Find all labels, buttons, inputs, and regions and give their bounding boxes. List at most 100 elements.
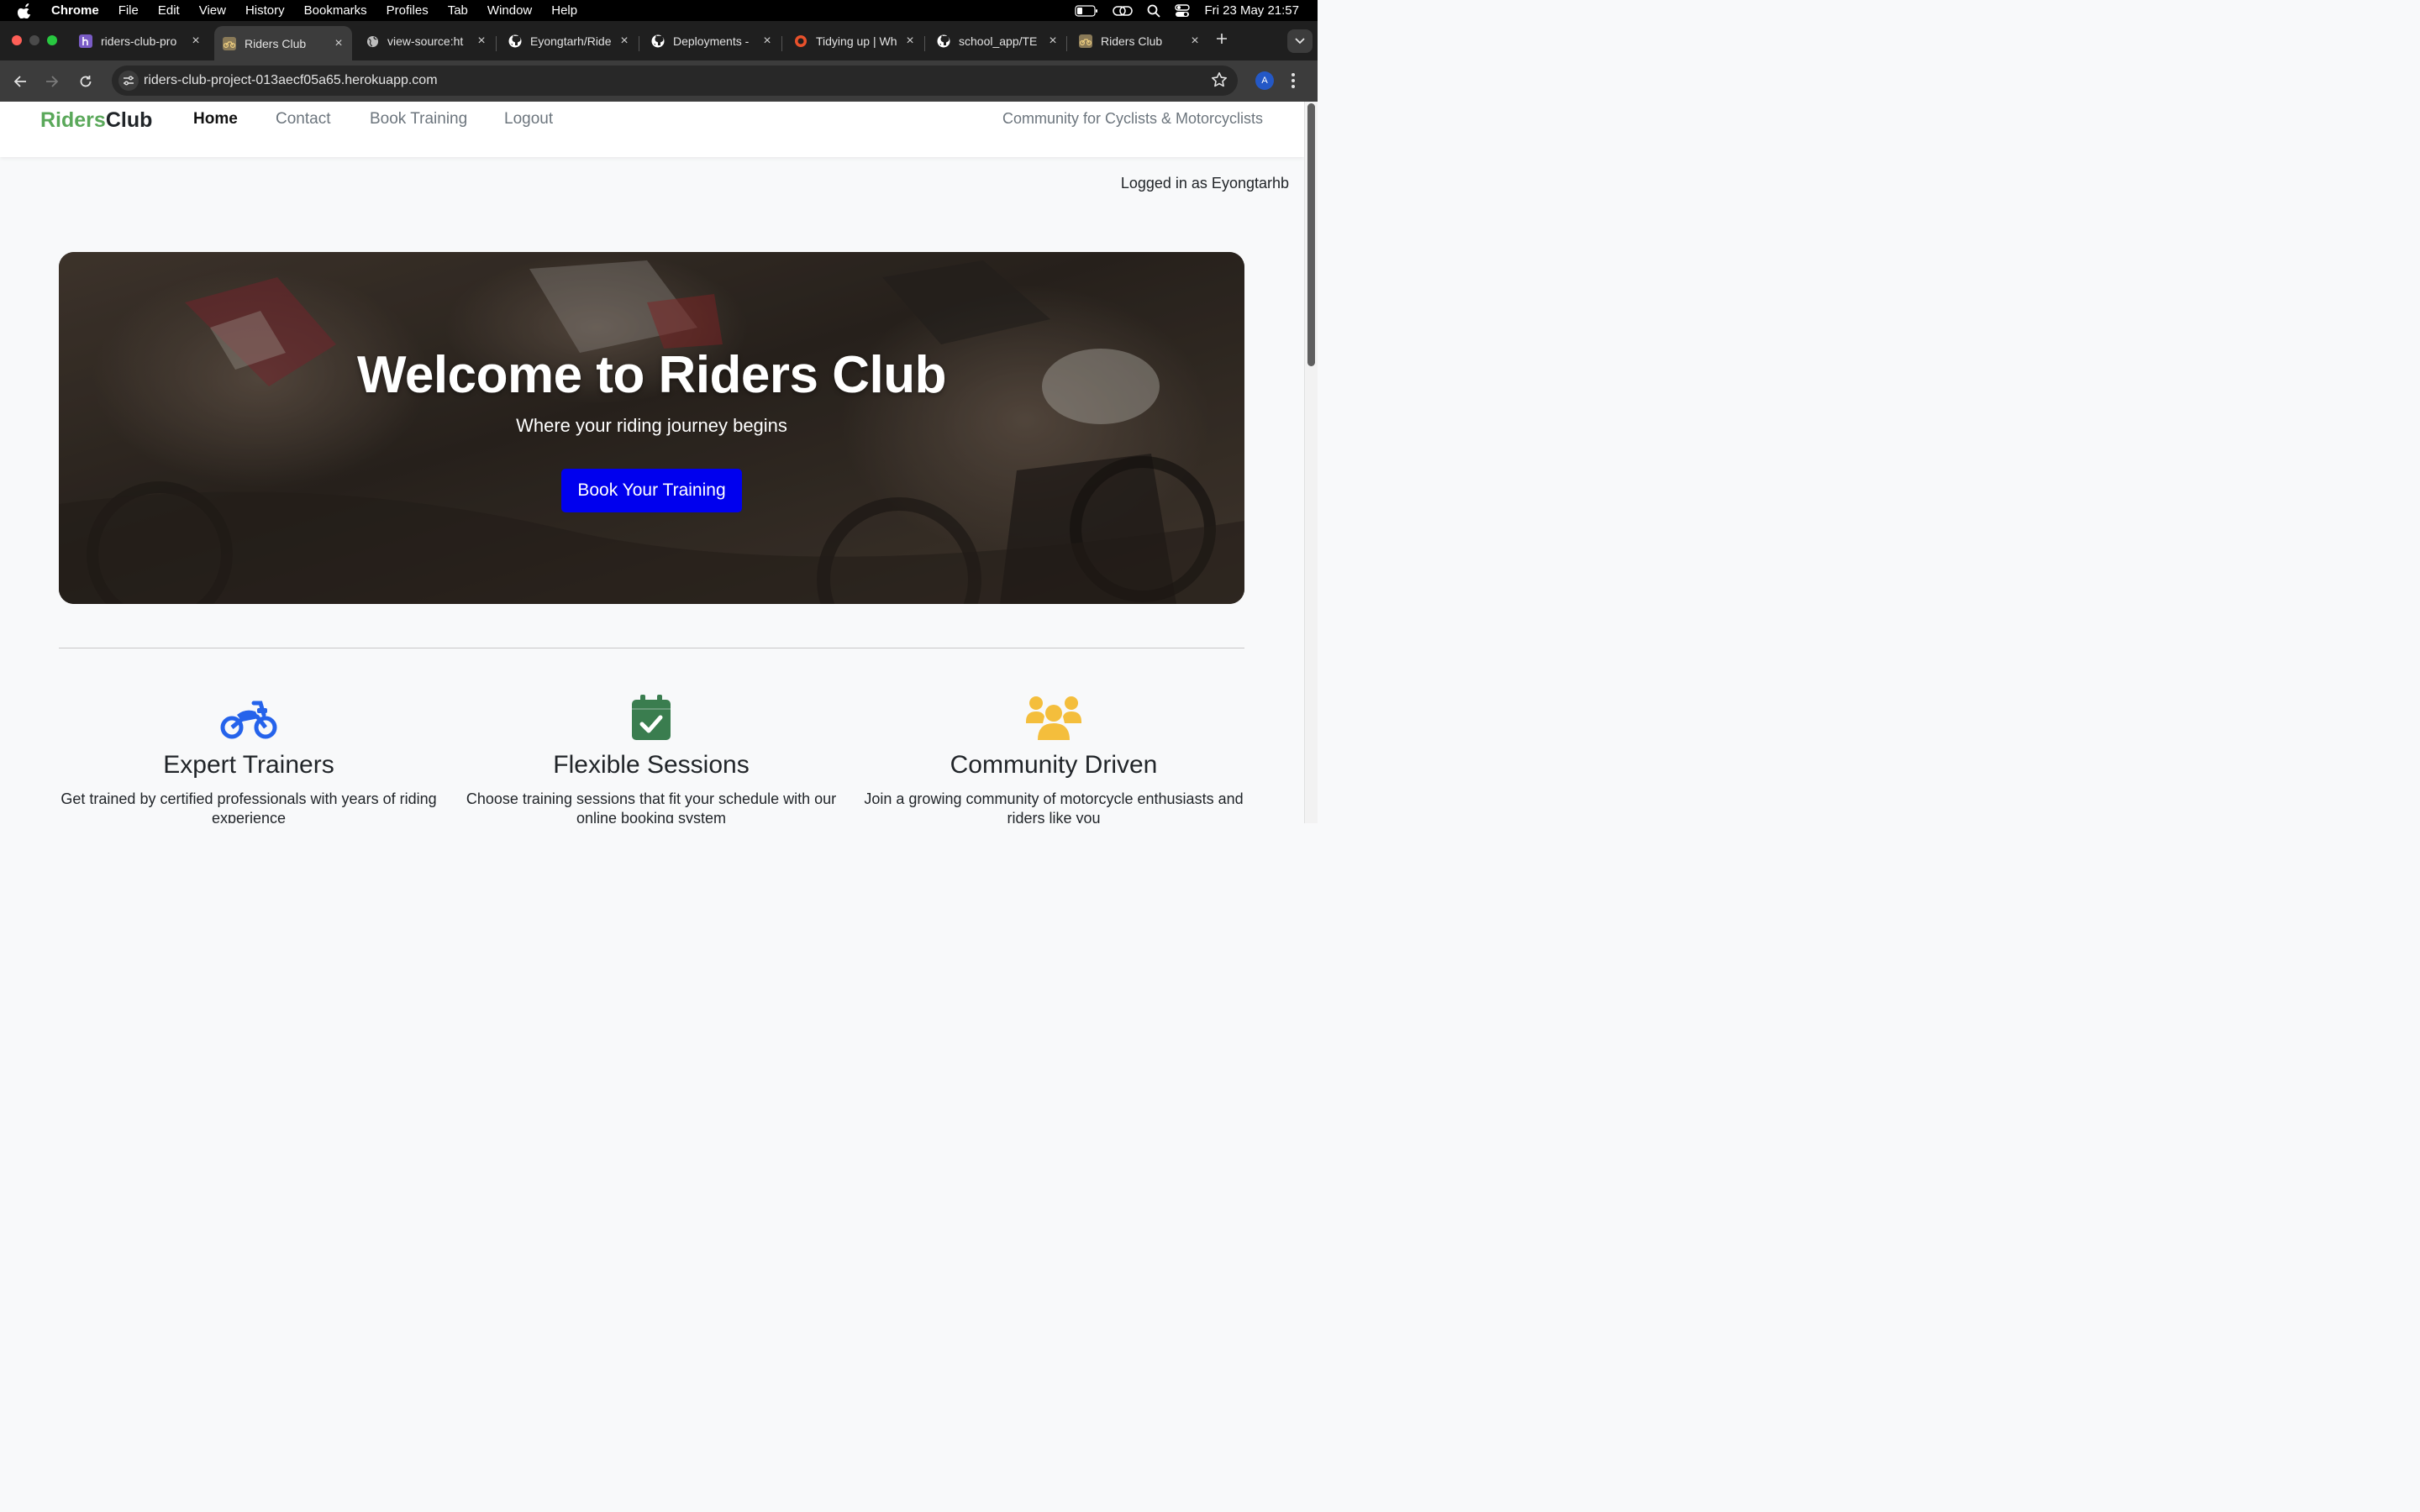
reload-icon[interactable] (76, 72, 95, 91)
back-icon[interactable] (11, 72, 29, 91)
tab-title: Riders Club (1101, 34, 1163, 48)
menu-history[interactable]: History (245, 3, 285, 18)
site-tagline: Community for Cyclists & Motorcyclists (1002, 110, 1263, 127)
book-training-button[interactable]: Book Your Training (561, 469, 742, 512)
page-viewport: RidersClub Home Contact Book Training Lo… (0, 102, 1304, 823)
close-tab-icon[interactable]: × (903, 34, 917, 49)
close-tab-icon[interactable]: × (618, 34, 631, 49)
github-icon (508, 34, 522, 48)
chrome-menu-icon[interactable] (1291, 72, 1296, 93)
tab-separator (781, 36, 782, 51)
browser-toolbar: riders-club-project-013aecf05a65.herokua… (0, 60, 1318, 102)
calendar-check-icon (458, 690, 844, 740)
menu-profiles[interactable]: Profiles (387, 3, 429, 18)
feature-text: Get trained by certified professionals w… (60, 790, 437, 823)
tab-title: Eyongtarh/Ride (530, 34, 612, 48)
tab-title: view-source:ht (387, 34, 464, 48)
tab-github-eyongtarh[interactable]: Eyongtarh/Ride × (500, 27, 638, 55)
hero-banner: Welcome to Riders Club Where your riding… (59, 252, 1244, 604)
chevron-down-icon (1295, 38, 1305, 45)
tab-separator (1066, 36, 1067, 51)
close-tab-icon[interactable]: × (1046, 34, 1060, 49)
feature-text: Join a growing community of motorcycle e… (864, 790, 1244, 823)
scrollbar-thumb[interactable] (1307, 103, 1315, 366)
zoom-window-button[interactable] (47, 35, 57, 45)
menu-view[interactable]: View (199, 3, 226, 18)
macos-menu-bar: Chrome File Edit View History Bookmarks … (0, 0, 1318, 21)
menu-app-name[interactable]: Chrome (51, 3, 99, 18)
close-tab-icon[interactable]: × (1188, 34, 1202, 49)
tab-title: school_app/TE (959, 34, 1038, 48)
close-tab-icon[interactable]: × (332, 36, 345, 51)
battery-icon[interactable] (1075, 4, 1098, 17)
apple-icon[interactable] (18, 3, 33, 18)
feature-expert-trainers: Expert Trainers Get trained by certified… (55, 690, 442, 823)
tab-school-app[interactable]: school_app/TE × (929, 27, 1066, 55)
forward-icon[interactable] (43, 72, 61, 91)
nav-home[interactable]: Home (193, 110, 238, 129)
url-text[interactable]: riders-club-project-013aecf05a65.herokua… (144, 73, 438, 88)
tab-github-deployments[interactable]: Deployments - × (643, 27, 781, 55)
feature-flexible-sessions: Flexible Sessions Choose training sessio… (458, 690, 844, 823)
minimize-window-button[interactable] (29, 35, 39, 45)
logged-in-status: Logged in as Eyongtarhb (1120, 175, 1289, 192)
hero-title: Welcome to Riders Club (357, 346, 946, 404)
globe-icon (366, 34, 379, 48)
heroku-icon (79, 34, 92, 48)
github-icon (651, 34, 665, 48)
github-icon (937, 34, 950, 48)
tab-separator (924, 36, 925, 51)
tab-riders-club-2[interactable]: Riders Club × (1071, 27, 1208, 55)
tab-search-button[interactable] (1287, 29, 1313, 53)
address-bar[interactable]: riders-club-project-013aecf05a65.herokua… (112, 66, 1238, 96)
circle-icon (794, 34, 808, 48)
brand-riders: Riders (40, 108, 106, 132)
feature-title: Community Driven (950, 751, 1158, 779)
users-icon (860, 690, 1247, 740)
tab-title: riders-club-pro (101, 34, 177, 48)
bike-favicon (223, 36, 236, 50)
nav-book-training[interactable]: Book Training (370, 110, 467, 129)
menu-help[interactable]: Help (551, 3, 577, 18)
site-settings-icon[interactable] (118, 71, 139, 91)
page-scrollbar[interactable] (1304, 102, 1318, 823)
tab-tidying-up[interactable]: Tidying up | Wh × (786, 27, 923, 55)
tab-riders-club-pro[interactable]: riders-club-pro × (71, 27, 209, 55)
profile-avatar[interactable]: A (1255, 71, 1274, 90)
spotlight-search-icon[interactable] (1147, 4, 1161, 18)
feature-title: Flexible Sessions (553, 751, 750, 779)
tab-title: Deployments - (673, 34, 750, 48)
menu-edit[interactable]: Edit (158, 3, 180, 18)
site-logo[interactable]: RidersClub (40, 108, 152, 133)
brand-club: Club (105, 108, 153, 132)
menu-window[interactable]: Window (487, 3, 532, 18)
tab-title: Tidying up | Wh (816, 34, 897, 48)
bookmark-star-icon[interactable] (1211, 71, 1228, 92)
nav-contact[interactable]: Contact (276, 110, 330, 129)
hero-subtitle: Where your riding journey begins (516, 415, 787, 436)
tab-separator (496, 36, 497, 51)
menu-tab[interactable]: Tab (448, 3, 468, 18)
feature-community-driven: Community Driven Join a growing communit… (860, 690, 1247, 823)
menu-clock[interactable]: Fri 23 May 21:57 (1204, 3, 1299, 18)
close-tab-icon[interactable]: × (475, 34, 488, 49)
browser-tab-strip: riders-club-pro × Riders Club × view-sou… (0, 21, 1318, 60)
menu-bookmarks[interactable]: Bookmarks (304, 3, 367, 18)
window-controls (12, 35, 57, 45)
bike-favicon (1079, 34, 1092, 48)
close-window-button[interactable] (12, 35, 22, 45)
menu-file[interactable]: File (118, 3, 139, 18)
tab-title: Riders Club (245, 36, 307, 50)
tab-view-source[interactable]: view-source:ht × (357, 27, 495, 55)
close-tab-icon[interactable]: × (760, 34, 774, 49)
feature-title: Expert Trainers (163, 751, 334, 779)
tab-riders-club-active[interactable]: Riders Club × (214, 26, 352, 60)
new-tab-icon[interactable] (1216, 28, 1228, 50)
feature-text: Choose training sessions that fit your s… (466, 790, 837, 823)
motorcycle-icon (55, 690, 442, 740)
control-center-icon[interactable] (1175, 3, 1191, 18)
site-navbar: RidersClub Home Contact Book Training Lo… (0, 102, 1304, 157)
nav-logout[interactable]: Logout (504, 110, 553, 129)
screen-mirroring-icon[interactable] (1113, 4, 1134, 18)
close-tab-icon[interactable]: × (189, 34, 203, 49)
